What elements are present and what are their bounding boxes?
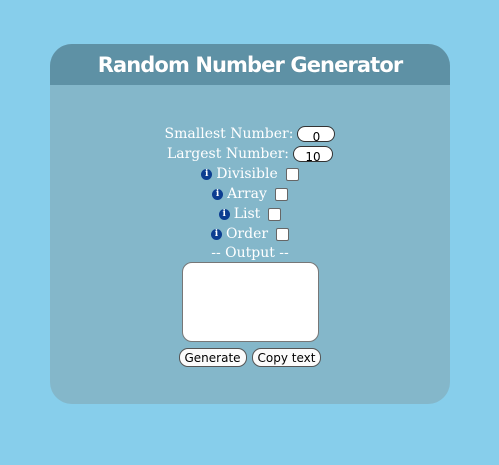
smallest-number-input[interactable]: 0 — [297, 126, 336, 144]
copy-text-button[interactable]: Copy text — [251, 348, 322, 367]
divisible-checkbox[interactable] — [285, 167, 299, 181]
order-checkbox[interactable] — [276, 227, 290, 241]
smallest-number-row: Smallest Number: 0 — [50, 124, 450, 144]
output-label: -- Output -- — [211, 245, 289, 261]
page-title: Random Number Generator — [97, 52, 404, 77]
generate-button[interactable]: Generate — [178, 348, 247, 367]
array-checkbox[interactable] — [274, 187, 288, 201]
option-label: Order — [225, 226, 269, 242]
info-icon[interactable]: i — [212, 188, 224, 200]
output-textarea[interactable] — [181, 262, 319, 342]
smallest-number-label: Smallest Number: — [164, 126, 294, 142]
generator-form: Smallest Number: 0 Largest Number: 10 i … — [50, 124, 450, 367]
button-row: Generate Copy text — [50, 348, 450, 367]
info-icon[interactable]: i — [201, 168, 213, 180]
info-icon[interactable]: i — [218, 208, 230, 220]
option-label: List — [233, 206, 261, 222]
option-list: i List — [50, 204, 450, 224]
option-divisible: i Divisible — [50, 164, 450, 184]
option-array: i Array — [50, 184, 450, 204]
info-icon[interactable]: i — [210, 228, 222, 240]
option-label: Divisible — [216, 166, 278, 182]
largest-number-label: Largest Number: — [166, 146, 290, 162]
card-header: Random Number Generator — [50, 44, 450, 85]
option-order: i Order — [50, 224, 450, 244]
largest-number-row: Largest Number: 10 — [50, 144, 450, 164]
generator-card: Random Number Generator Smallest Number:… — [50, 44, 450, 404]
list-checkbox[interactable] — [268, 207, 282, 221]
largest-number-input[interactable]: 10 — [293, 146, 334, 164]
option-label: Array — [227, 186, 267, 202]
